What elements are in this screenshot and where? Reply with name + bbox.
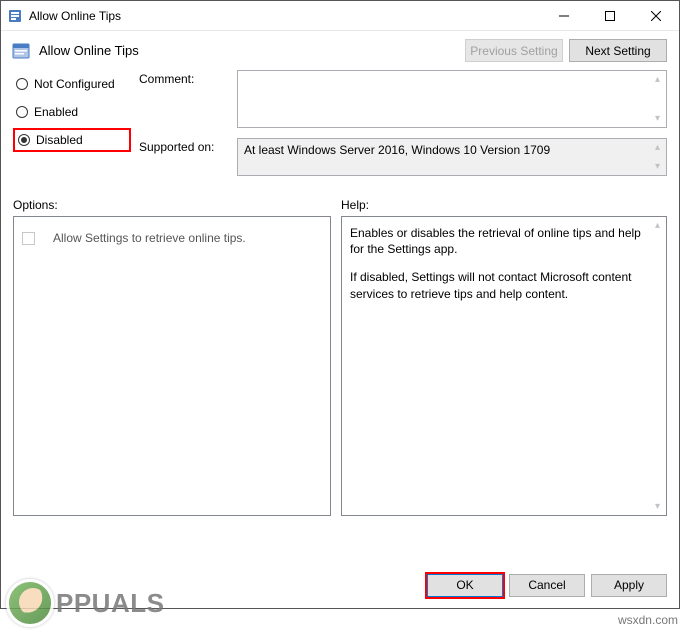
policy-header-icon (11, 41, 31, 61)
policy-icon (7, 8, 23, 24)
scroll-down-icon[interactable]: ▾ (649, 158, 666, 175)
panel-labels: Options: Help: (13, 198, 667, 216)
scroll-up-icon[interactable]: ▴ (649, 139, 666, 156)
header: Allow Online Tips Previous Setting Next … (1, 31, 679, 70)
radio-group: Not Configured Enabled Disabled (13, 70, 131, 186)
options-panel: Allow Settings to retrieve online tips. (13, 216, 331, 516)
ok-button[interactable]: OK (427, 574, 503, 597)
supported-row: Supported on: At least Windows Server 20… (139, 138, 667, 176)
panels: Allow Settings to retrieve online tips. … (13, 216, 667, 516)
nav-buttons: Previous Setting Next Setting (465, 39, 667, 62)
help-paragraph-1: Enables or disables the retrieval of onl… (350, 225, 646, 257)
radio-enabled[interactable]: Enabled (13, 100, 131, 124)
body: Not Configured Enabled Disabled Comment:… (1, 70, 679, 562)
policy-title: Allow Online Tips (39, 43, 457, 58)
radio-disabled[interactable]: Disabled (13, 128, 131, 152)
window-title: Allow Online Tips (29, 9, 541, 23)
scroll-down-icon[interactable]: ▾ (649, 498, 666, 515)
scroll-up-icon[interactable]: ▴ (649, 217, 666, 234)
radio-icon (16, 78, 28, 90)
fields: Comment: ▴ ▾ Supported on: At least Wind… (139, 70, 667, 186)
radio-label: Enabled (34, 105, 78, 119)
top-grid: Not Configured Enabled Disabled Comment:… (13, 70, 667, 186)
scroll-up-icon[interactable]: ▴ (649, 71, 666, 88)
close-button[interactable] (633, 1, 679, 30)
watermark-logo: PPUALS (6, 579, 164, 627)
radio-label: Disabled (36, 133, 83, 147)
scroll-down-icon[interactable]: ▾ (649, 110, 666, 127)
supported-value-box: At least Windows Server 2016, Windows 10… (237, 138, 667, 176)
help-panel: Enables or disables the retrieval of onl… (341, 216, 667, 516)
minimize-button[interactable] (541, 1, 587, 30)
radio-label: Not Configured (34, 77, 115, 91)
titlebar: Allow Online Tips (1, 1, 679, 31)
apply-button[interactable]: Apply (591, 574, 667, 597)
window-controls (541, 1, 679, 30)
watermark-text: PPUALS (56, 588, 164, 619)
comment-row: Comment: ▴ ▾ (139, 70, 667, 128)
policy-editor-window: Allow Online Tips Allow Online Tips (0, 0, 680, 609)
options-heading: Options: (13, 198, 331, 212)
option-label: Allow Settings to retrieve online tips. (53, 231, 246, 245)
comment-label: Comment: (139, 70, 229, 128)
radio-icon (16, 106, 28, 118)
previous-setting-button: Previous Setting (465, 39, 563, 62)
help-paragraph-2: If disabled, Settings will not contact M… (350, 269, 646, 301)
maximize-button[interactable] (587, 1, 633, 30)
cancel-button[interactable]: Cancel (509, 574, 585, 597)
help-heading: Help: (341, 198, 667, 212)
watermark-avatar-icon (6, 579, 54, 627)
source-text: wsxdn.com (618, 613, 678, 627)
option-allow-tips: Allow Settings to retrieve online tips. (22, 231, 322, 245)
radio-icon (18, 134, 30, 146)
next-setting-button[interactable]: Next Setting (569, 39, 667, 62)
supported-value: At least Windows Server 2016, Windows 10… (244, 143, 550, 157)
radio-not-configured[interactable]: Not Configured (13, 72, 131, 96)
checkbox-allow-tips (22, 232, 35, 245)
supported-label: Supported on: (139, 138, 229, 176)
comment-input[interactable]: ▴ ▾ (237, 70, 667, 128)
